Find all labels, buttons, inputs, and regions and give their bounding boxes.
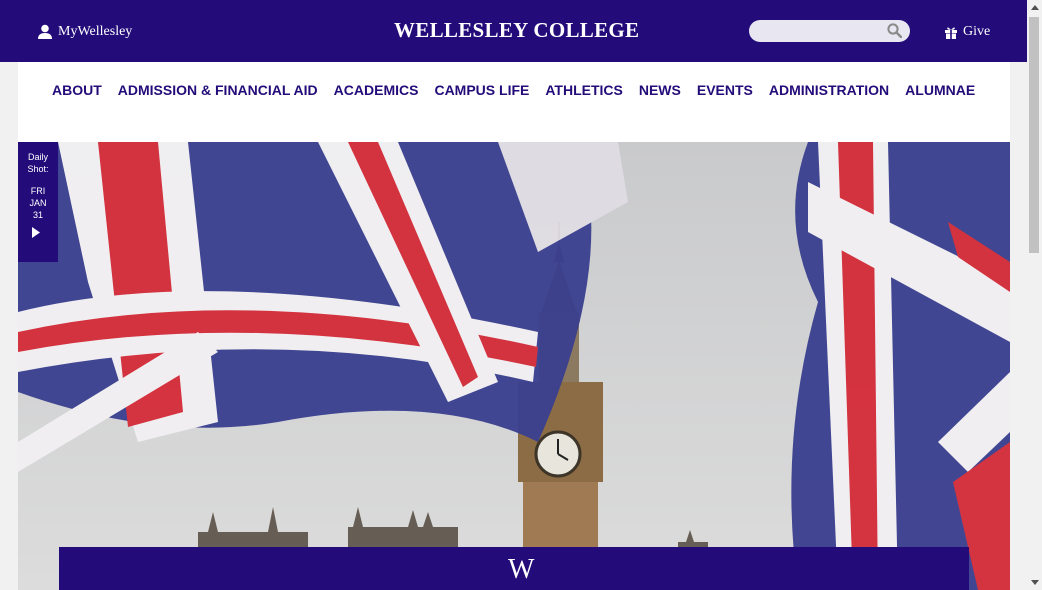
nav-item-campus-life[interactable]: CAMPUS LIFE [434, 82, 529, 98]
search-icon[interactable] [887, 23, 902, 38]
daily-shot-label-line1: Daily [27, 152, 48, 162]
nav-item-academics[interactable]: ACADEMICS [334, 82, 419, 98]
daily-shot-month: JAN [29, 198, 47, 208]
play-icon[interactable] [32, 227, 40, 238]
search-input[interactable] [757, 22, 881, 42]
scrollbar-thumb[interactable] [1029, 17, 1039, 253]
give-label: Give [963, 24, 991, 39]
gift-icon [945, 26, 957, 39]
daily-shot-date: 31 [32, 210, 43, 220]
user-icon [38, 24, 52, 39]
scroll-up-arrow-icon[interactable] [1031, 5, 1039, 10]
nav-item-news[interactable]: NEWS [639, 82, 681, 98]
search-box[interactable] [749, 20, 910, 42]
nav-item-about[interactable]: ABOUT [52, 82, 102, 98]
nav-item-alumnae[interactable]: ALUMNAE [905, 82, 975, 98]
site-logo-wordmark[interactable]: WELLESLEY COLLEGE [394, 18, 639, 43]
daily-shot-badge[interactable]: Daily Shot: FRI JAN 31 [18, 142, 58, 262]
scroll-down-arrow-icon[interactable] [1031, 580, 1039, 585]
hero-image [18, 142, 1010, 590]
main-navigation: ABOUT ADMISSION & FINANCIAL AID ACADEMIC… [18, 62, 1010, 142]
wellesley-w-logo[interactable]: W [508, 556, 534, 584]
nav-item-athletics[interactable]: ATHLETICS [545, 82, 623, 98]
nav-item-admission[interactable]: ADMISSION & FINANCIAL AID [118, 82, 318, 98]
top-header: MyWellesley WELLESLEY COLLEGE Give [0, 0, 1027, 62]
footer-banner: W [59, 547, 969, 590]
give-link[interactable]: Give [945, 22, 990, 42]
hero-photo-big-ben-union-flags [18, 142, 1010, 590]
daily-shot-day: FRI [30, 186, 46, 196]
nav-item-administration[interactable]: ADMINISTRATION [769, 82, 889, 98]
nav-item-events[interactable]: EVENTS [697, 82, 753, 98]
daily-shot-label-line2: Shot: [27, 164, 49, 174]
mywellesley-link[interactable]: MyWellesley [38, 22, 132, 42]
mywellesley-label: MyWellesley [58, 24, 133, 39]
vertical-scrollbar[interactable] [1027, 0, 1042, 590]
